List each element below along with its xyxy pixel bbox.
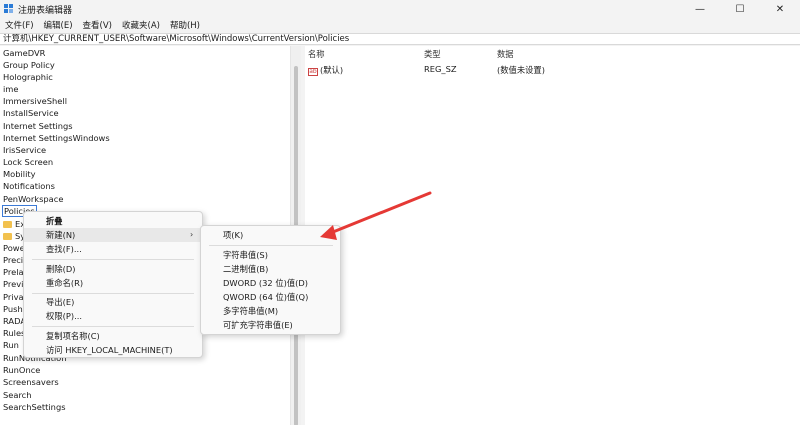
tree-item-internet-settings[interactable]: Internet Settings	[3, 120, 73, 132]
submenu-qword-value[interactable]: QWORD (64 位)值(Q)	[201, 290, 340, 304]
menu-view[interactable]: 查看(V)	[78, 19, 117, 31]
tree-item-holographic[interactable]: Holographic	[3, 71, 53, 83]
tree-item-installservice[interactable]: InstallService	[3, 107, 59, 119]
submenu-string-value[interactable]: 字符串值(S)	[201, 248, 340, 262]
close-button[interactable]: ✕	[760, 0, 800, 18]
menu-visit-hklm[interactable]: 访问 HKEY_LOCAL_MACHINE(T)	[24, 343, 202, 357]
menu-new-label: 新建(N)	[46, 230, 76, 240]
new-submenu: 项(K) 字符串值(S) 二进制值(B) DWORD (32 位)值(D) QW…	[200, 225, 341, 335]
menu-edit[interactable]: 编辑(E)	[39, 19, 78, 31]
menu-new[interactable]: 新建(N)	[24, 228, 202, 242]
menu-permissions[interactable]: 权限(P)...	[24, 309, 202, 323]
menu-file[interactable]: 文件(F)	[0, 19, 39, 31]
tree-item-run[interactable]: Run	[3, 339, 19, 351]
values-list: 名称 类型 数据 ab (默认) REG_SZ (数值未设置)	[305, 46, 800, 425]
submenu-expandable-string-value[interactable]: 可扩充字符串值(E)	[201, 318, 340, 332]
title-bar: 注册表编辑器 — ☐ ✕	[0, 0, 800, 18]
window-title: 注册表编辑器	[18, 5, 73, 16]
tree-item-gamedvr[interactable]: GameDVR	[3, 47, 45, 59]
menu-rename[interactable]: 重命名(R)	[24, 276, 202, 290]
menu-separator	[209, 245, 333, 246]
submenu-chevron-icon: ›	[190, 230, 194, 239]
tree-item-power[interactable]: Powe	[3, 242, 25, 254]
column-name[interactable]: 名称	[308, 48, 325, 60]
tree-item-penworkspace[interactable]: PenWorkspace	[3, 193, 63, 205]
submenu-binary-value[interactable]: 二进制值(B)	[201, 262, 340, 276]
tree-item-lock-screen[interactable]: Lock Screen	[3, 156, 53, 168]
menu-delete[interactable]: 删除(D)	[24, 262, 202, 276]
tree-item-group-policy[interactable]: Group Policy	[3, 59, 55, 71]
tree-item-irisservice[interactable]: IrisService	[3, 144, 46, 156]
menu-collapse[interactable]: 折叠	[24, 214, 202, 228]
menu-separator	[32, 293, 194, 294]
value-type: REG_SZ	[424, 64, 457, 74]
menu-favorites[interactable]: 收藏夹(A)	[117, 19, 165, 31]
column-type[interactable]: 类型	[424, 48, 441, 60]
tree-item-internet-settingswindows[interactable]: Internet SettingsWindows	[3, 132, 110, 144]
value-name: (默认)	[320, 65, 344, 75]
menu-find[interactable]: 查找(F)...	[24, 242, 202, 256]
context-menu: 折叠 新建(N) › 查找(F)... 删除(D) 重命名(R) 导出(E) 权…	[23, 211, 203, 358]
tree-item-searchsettings[interactable]: SearchSettings	[3, 401, 66, 413]
menu-copy-key-name[interactable]: 复制项名称(C)	[24, 329, 202, 343]
value-name-cell: ab (默认)	[308, 64, 343, 76]
tree-item-ime[interactable]: ime	[3, 83, 19, 95]
regedit-app-icon	[4, 4, 14, 14]
tree-item-screensavers[interactable]: Screensavers	[3, 376, 59, 388]
tree-item-immersiveshell[interactable]: ImmersiveShell	[3, 95, 67, 107]
submenu-dword-value[interactable]: DWORD (32 位)值(D)	[201, 276, 340, 290]
maximize-button[interactable]: ☐	[720, 0, 760, 18]
column-data[interactable]: 数据	[497, 48, 514, 60]
folder-icon	[3, 221, 12, 228]
tree-item-mobility[interactable]: Mobility	[3, 168, 36, 180]
value-data: (数值未设置)	[497, 65, 545, 75]
tree-item-search[interactable]: Search	[3, 389, 32, 401]
folder-icon	[3, 233, 12, 240]
window-controls: — ☐ ✕	[680, 0, 800, 18]
menu-export[interactable]: 导出(E)	[24, 295, 202, 309]
menu-help[interactable]: 帮助(H)	[165, 19, 205, 31]
tree-item-runonce[interactable]: RunOnce	[3, 364, 40, 376]
submenu-key[interactable]: 项(K)	[201, 228, 340, 242]
submenu-multi-string-value[interactable]: 多字符串值(M)	[201, 304, 340, 318]
menu-separator	[32, 326, 194, 327]
tree-item-notifications[interactable]: Notifications	[3, 180, 55, 192]
menu-separator	[32, 259, 194, 260]
menu-bar: 文件(F) 编辑(E) 查看(V) 收藏夹(A) 帮助(H)	[0, 18, 800, 32]
address-bar[interactable]: 计算机\HKEY_CURRENT_USER\Software\Microsoft…	[0, 33, 800, 45]
minimize-button[interactable]: —	[680, 0, 720, 18]
string-value-icon: ab	[308, 68, 318, 76]
